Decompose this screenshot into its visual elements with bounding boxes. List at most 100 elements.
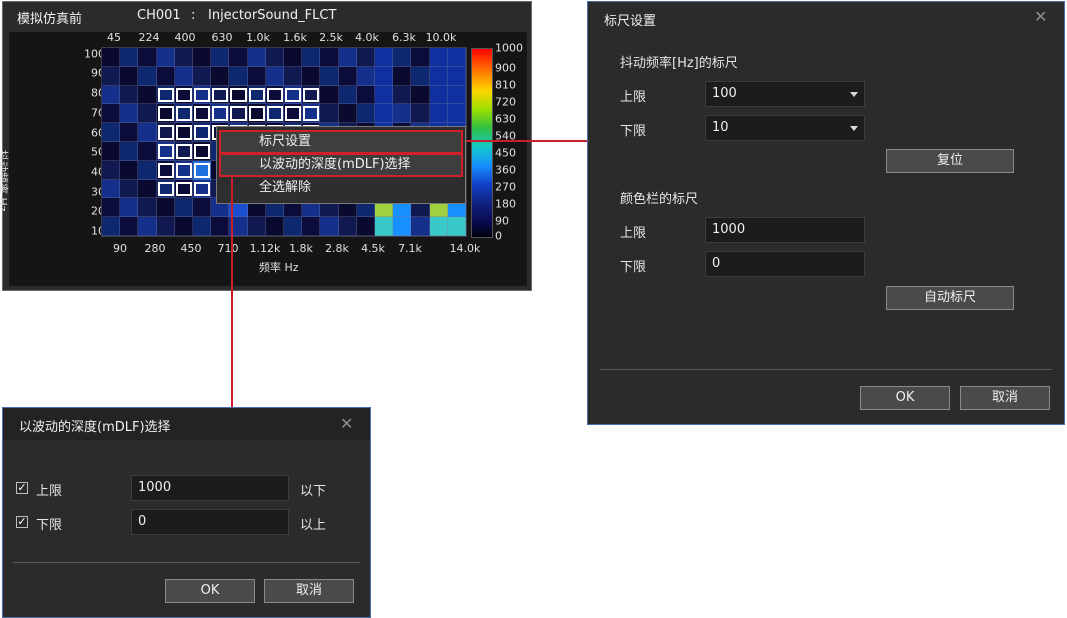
upper-limit-checkbox[interactable]: ✓: [16, 482, 28, 494]
colorbar-tick: 1000: [495, 41, 523, 55]
callout-line-depth: [231, 175, 233, 408]
selected-cell-marker: [175, 87, 192, 103]
dialog-title: 以波动的深度(mDLF)选择: [19, 420, 171, 435]
selected-cell-marker: [175, 125, 192, 140]
color-lower-input[interactable]: 0: [705, 251, 865, 277]
selected-cell-marker: [303, 87, 320, 103]
x-axis-tick: 280: [144, 242, 166, 255]
top-axis-tick: 1.0k: [246, 31, 270, 44]
selected-cell-marker: [194, 181, 211, 197]
selected-cell-marker: [194, 144, 211, 159]
section-heading-frequency: 抖动频率[Hz]的标尺: [620, 56, 738, 71]
x-axis-tick: 710: [217, 242, 239, 255]
selected-cell-marker: [157, 125, 174, 140]
lower-label: 下限: [36, 518, 63, 533]
menu-item-clear-selection[interactable]: 全选解除: [221, 178, 461, 198]
colorbar-tick: 810: [495, 78, 516, 92]
selected-cell-marker: [175, 106, 192, 122]
selected-cell-marker: [175, 144, 192, 159]
reset-button[interactable]: 复位: [886, 149, 1014, 173]
menu-item-select-by-depth[interactable]: 以波动的深度(mDLF)选择: [219, 153, 463, 177]
channel-label: CH001: [137, 8, 181, 23]
selected-cell-marker: [285, 106, 302, 122]
lower-limit-input[interactable]: 0: [131, 509, 289, 535]
lower-limit-checkbox[interactable]: ✓: [16, 516, 28, 528]
lower-suffix: 以上: [300, 518, 327, 533]
lower-limit-select[interactable]: 10: [705, 115, 865, 141]
auto-scale-button[interactable]: 自动标尺: [886, 286, 1014, 310]
top-axis-tick: 630: [211, 31, 233, 44]
depth-selection-dialog: 以波动的深度(mDLF)选择 ✕ ✓ 上限 1000 以下 ✓ 下限 0 以上 …: [2, 407, 371, 618]
cancel-button[interactable]: 取消: [264, 579, 354, 603]
colorbar-tick: 720: [495, 95, 516, 109]
color-upper-input[interactable]: 1000: [705, 217, 865, 243]
selected-cell-marker: [266, 106, 283, 122]
colorbar-tick: 360: [495, 163, 516, 177]
top-axis-tick: 6.3k: [392, 31, 416, 44]
colorbar-tick: 90: [495, 214, 509, 228]
x-axis-tick: 4.5k: [361, 242, 385, 255]
upper-limit-value: 100: [712, 86, 737, 101]
colorbar-tick: 180: [495, 197, 516, 211]
upper-limit-select[interactable]: 100: [705, 81, 865, 107]
selected-cell-marker: [230, 87, 247, 103]
x-axis-label: 频率 Hz: [259, 261, 299, 274]
upper-label: 上限: [36, 484, 63, 499]
selected-cell-marker: [194, 87, 211, 103]
selected-cell-marker: [248, 106, 265, 122]
top-axis-tick: 2.5k: [319, 31, 343, 44]
colorbar-tick: 450: [495, 146, 516, 160]
signal-name: InjectorSound_FLCT: [208, 8, 337, 23]
selected-cell-marker: [175, 181, 192, 197]
x-axis-tick: 7.1k: [398, 242, 422, 255]
y-axis-label: 抖动频率 Hz: [0, 150, 9, 212]
selected-cell-marker: [303, 106, 320, 122]
colorbar: [471, 48, 493, 238]
x-axis-tick: 450: [180, 242, 202, 255]
x-axis-tick: 90: [113, 242, 127, 255]
divider: [600, 369, 1052, 370]
dialog-title: 标尺设置: [604, 14, 657, 29]
selected-cell-marker: [194, 125, 211, 140]
colorbar-tick: 900: [495, 61, 516, 75]
chevron-down-icon: [850, 126, 858, 131]
window-title: 模拟仿真前: [17, 12, 83, 27]
context-menu: 标尺设置 以波动的深度(mDLF)选择 全选解除: [216, 126, 466, 204]
x-axis-tick: 1.12k: [249, 242, 281, 255]
selected-cell-marker: [157, 181, 174, 197]
chevron-down-icon: [850, 92, 858, 97]
top-axis-tick: 224: [138, 31, 160, 44]
selected-cell-marker: [266, 87, 283, 103]
color-lower-label: 下限: [620, 260, 647, 275]
menu-item-scale-settings[interactable]: 标尺设置: [219, 130, 463, 154]
top-axis-tick: 45: [107, 31, 121, 44]
upper-suffix: 以下: [300, 484, 327, 499]
top-axis-tick: 4.0k: [355, 31, 379, 44]
selected-cell-marker: [230, 106, 247, 122]
top-axis-tick: 1.6k: [283, 31, 307, 44]
upper-limit-input[interactable]: 1000: [131, 475, 289, 501]
close-icon[interactable]: ✕: [1034, 7, 1047, 26]
close-icon[interactable]: ✕: [340, 414, 353, 433]
x-axis-tick: 2.8k: [325, 242, 349, 255]
ok-button[interactable]: OK: [860, 386, 950, 410]
channel-separator: :: [191, 8, 196, 23]
x-axis-tick: 14.0k: [449, 242, 481, 255]
top-axis-tick: 400: [174, 31, 196, 44]
divider: [13, 562, 360, 563]
selected-cell-marker: [157, 87, 174, 103]
top-axis-tick: 10.0k: [425, 31, 457, 44]
selected-cell-marker: [248, 87, 265, 103]
selected-cell-marker: [194, 162, 211, 178]
selected-cell-marker: [212, 106, 229, 122]
ok-button[interactable]: OK: [165, 579, 255, 603]
selected-cell-marker: [285, 87, 302, 103]
selected-cell-marker: [157, 144, 174, 159]
selected-cell-marker: [157, 106, 174, 122]
cancel-button[interactable]: 取消: [960, 386, 1050, 410]
selected-cell-marker: [212, 87, 229, 103]
color-upper-label: 上限: [620, 226, 647, 241]
colorbar-tick: 630: [495, 112, 516, 126]
selected-cell-marker: [194, 106, 211, 122]
upper-label: 上限: [620, 90, 647, 105]
